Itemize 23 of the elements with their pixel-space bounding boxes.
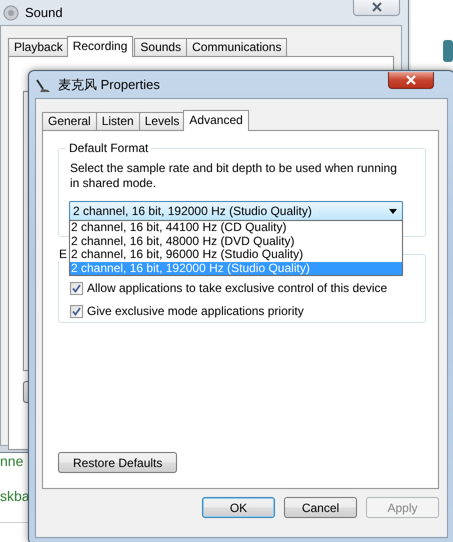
tab[interactable]: Playback bbox=[8, 38, 69, 56]
description: Select the sample rate and bit depth to be used when running in shared mode. bbox=[70, 161, 398, 191]
tab[interactable]: Levels bbox=[138, 112, 186, 130]
checkbox-label: Allow applications to take exclusive control of this device bbox=[87, 281, 388, 295]
restore-defaults-button[interactable]: Restore Defaults bbox=[58, 452, 178, 473]
dialog-button[interactable]: Cancel bbox=[284, 497, 357, 518]
checkbox-label: Give exclusive mode applications priority bbox=[87, 304, 304, 318]
group-title: Default Format bbox=[68, 141, 150, 155]
side-text: nne bbox=[0, 453, 24, 469]
dropdown-option[interactable]: 2 channel, 16 bit, 48000 Hz (DVD Quality) bbox=[70, 234, 402, 248]
tab[interactable]: Communications bbox=[186, 38, 288, 56]
tab[interactable]: Sounds bbox=[134, 38, 188, 56]
tab[interactable]: Recording bbox=[66, 36, 134, 57]
dialog-button[interactable]: OK bbox=[202, 497, 275, 518]
group-title: E bbox=[58, 247, 68, 261]
tab[interactable]: Advanced bbox=[183, 110, 249, 131]
side-text: skba bbox=[0, 488, 30, 504]
tab[interactable]: Listen bbox=[96, 112, 140, 130]
window-title: Sound bbox=[25, 5, 63, 20]
window-title: 麦克风 Properties bbox=[58, 76, 160, 94]
dropdown-option[interactable]: 2 channel, 16 bit, 44100 Hz (CD Quality) bbox=[70, 221, 402, 234]
tab[interactable]: General bbox=[42, 112, 97, 130]
dropdown-option[interactable]: 2 channel, 16 bit, 96000 Hz (Studio Quality) bbox=[70, 248, 402, 262]
